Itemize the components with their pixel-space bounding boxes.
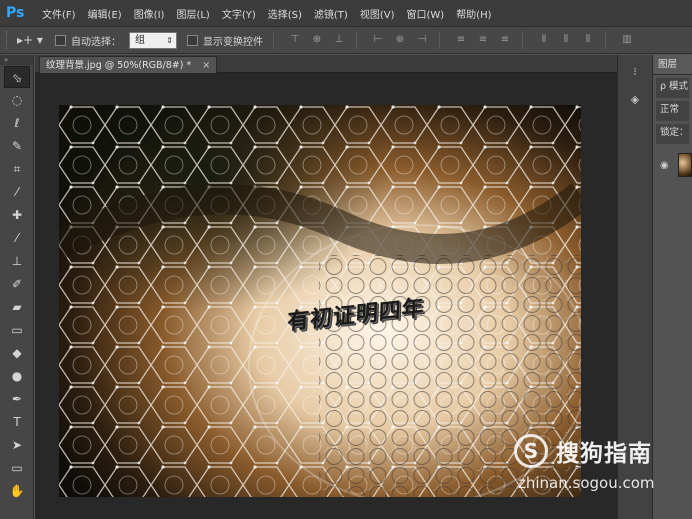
photoshop-logo-icon: Ps xyxy=(6,5,25,21)
options-separator xyxy=(522,31,523,49)
eyedropper-tool[interactable]: ⁄ xyxy=(4,181,30,203)
distribute-left-icon[interactable]: ⦀ xyxy=(537,33,551,47)
eraser-tool[interactable]: ▰ xyxy=(4,296,30,318)
eyedropper-icon: ⁄ xyxy=(15,185,18,199)
menu-type[interactable]: 文字(Y) xyxy=(222,6,256,21)
menu-layer[interactable]: 图层(L) xyxy=(176,6,209,21)
menu-filter[interactable]: 滤镜(T) xyxy=(314,6,348,21)
move-tool-preset-icon[interactable]: ▸+ ▾ xyxy=(17,33,45,47)
lasso-tool[interactable]: ℓ xyxy=(4,112,30,134)
transform-controls-label: 显示变换控件 xyxy=(203,36,263,48)
menu-select[interactable]: 选择(S) xyxy=(268,6,302,21)
auto-select-value: 组 xyxy=(135,34,145,46)
menu-view[interactable]: 视图(V) xyxy=(360,6,395,21)
blend-mode-dropdown[interactable]: 正常 xyxy=(656,101,689,121)
eye-icon[interactable]: ◉ xyxy=(660,160,672,171)
menu-image[interactable]: 图像(I) xyxy=(134,6,165,21)
close-icon[interactable]: × xyxy=(202,60,210,71)
type-tool[interactable]: T xyxy=(4,411,30,433)
auto-select-checkbox[interactable] xyxy=(55,34,66,46)
menu-help[interactable]: 帮助(H) xyxy=(456,6,491,21)
dropdown-arrow-icon: ⇕ xyxy=(166,35,173,45)
history-panel-icon[interactable]: ⁝ xyxy=(623,61,647,83)
auto-select-dropdown[interactable]: 组 ⇕ xyxy=(129,31,177,49)
lasso-icon: ℓ xyxy=(14,116,20,130)
layer-row[interactable]: ◉ xyxy=(653,150,692,180)
options-separator xyxy=(356,31,357,49)
crop-tool[interactable]: ⌗ xyxy=(4,158,30,180)
menu-file[interactable]: 文件(F) xyxy=(42,6,76,21)
document-tab[interactable]: 纹理背景.jpg @ 50%(RGB/8#) * × xyxy=(39,56,218,73)
auto-align-layers-icon[interactable]: ▥ xyxy=(620,33,634,47)
options-separator xyxy=(605,31,606,49)
align-bottom-icon[interactable]: ⊥ xyxy=(332,33,346,47)
options-bar: ▸+ ▾ 自动选择： 组 ⇕ 显示变换控件 ⊤ ⊕ ⊥ ⊢ ⊕ ⊣ ≡ ≡ ≡ … xyxy=(0,26,692,54)
layer-thumbnail xyxy=(678,153,692,177)
document-tab-title: 纹理背景.jpg @ 50%(RGB/8#) * xyxy=(46,60,192,71)
menu-bar: Ps 文件(F) 编辑(E) 图像(I) 图层(L) 文字(Y) 选择(S) 滤… xyxy=(0,0,692,26)
ellipse-marquee-icon: ◌ xyxy=(11,93,23,107)
gradient-icon: ▭ xyxy=(11,323,23,337)
toolbox-panel: » ⬂ ◌ ℓ ✎ ⌗ ⁄ ✚ ⁄ ⊥ ✐ ▰ ▭ ◆ ● ✒ T ➤ ▭ ✋ xyxy=(0,55,34,519)
toolbox-collapse-icon[interactable]: » xyxy=(0,55,33,65)
blur-tool[interactable]: ◆ xyxy=(4,342,30,364)
menu-window[interactable]: 窗口(W) xyxy=(406,6,444,21)
dodge-icon: ● xyxy=(11,369,23,383)
quick-select-icon: ✎ xyxy=(11,139,23,153)
distribute-right-icon[interactable]: ⦀ xyxy=(581,33,595,47)
image-canvas[interactable]: 有初证明四年 xyxy=(59,105,581,497)
options-separator xyxy=(273,31,274,49)
blur-icon: ◆ xyxy=(12,346,22,360)
move-icon: ⬂ xyxy=(11,71,23,85)
sogou-watermark: S 搜狗指南 zhinan.sogou.com xyxy=(514,432,690,498)
quick-select-tool[interactable]: ✎ xyxy=(4,135,30,157)
transform-controls-checkbox[interactable] xyxy=(187,34,198,46)
align-top-icon[interactable]: ⊤ xyxy=(288,33,302,47)
gradient-tool[interactable]: ▭ xyxy=(4,319,30,341)
align-left-icon[interactable]: ⊢ xyxy=(371,33,385,47)
align-hcenter-icon[interactable]: ⊕ xyxy=(393,33,407,47)
distribute-top-icon[interactable]: ≡ xyxy=(454,33,468,47)
pen-icon: ✒ xyxy=(11,392,23,406)
auto-select-label: 自动选择： xyxy=(71,36,121,48)
align-vcenter-icon[interactable]: ⊕ xyxy=(310,33,324,47)
distribute-hcenter-icon[interactable]: ⦀ xyxy=(559,33,573,47)
shape-tool[interactable]: ▭ xyxy=(4,457,30,479)
tab-layers[interactable]: 图层 xyxy=(653,55,692,75)
sogou-logo-icon: S xyxy=(514,434,548,468)
hand-tool[interactable]: ✋ xyxy=(4,480,30,502)
rectangle-shape-icon: ▭ xyxy=(11,461,23,475)
path-select-tool[interactable]: ➤ xyxy=(4,434,30,456)
brush-tool[interactable]: ⁄ xyxy=(4,227,30,249)
options-grip[interactable] xyxy=(6,31,9,49)
eraser-icon: ▰ xyxy=(12,300,22,314)
document-tab-bar: 纹理背景.jpg @ 50%(RGB/8#) * × xyxy=(35,55,617,73)
layer-filter-input[interactable]: ρ 模式 xyxy=(656,78,689,98)
watermark-name: 搜狗指南 xyxy=(556,441,652,467)
menu-items: 文件(F) 编辑(E) 图像(I) 图层(L) 文字(Y) 选择(S) 滤镜(T… xyxy=(42,6,504,21)
history-brush-icon: ✐ xyxy=(11,277,23,291)
dodge-tool[interactable]: ● xyxy=(4,365,30,387)
properties-panel-icon[interactable]: ◈ xyxy=(623,89,647,111)
brush-icon: ⁄ xyxy=(15,231,18,245)
path-selection-icon: ➤ xyxy=(11,438,23,452)
healing-tool[interactable]: ✚ xyxy=(4,204,30,226)
lock-label: 锁定： xyxy=(656,124,689,144)
hand-icon: ✋ xyxy=(9,484,25,498)
healing-brush-icon: ✚ xyxy=(11,208,23,222)
distribute-bottom-icon[interactable]: ≡ xyxy=(498,33,512,47)
pen-tool[interactable]: ✒ xyxy=(4,388,30,410)
watermark-url: zhinan.sogou.com xyxy=(518,474,655,492)
marquee-tool[interactable]: ◌ xyxy=(4,89,30,111)
distribute-vcenter-icon[interactable]: ≡ xyxy=(476,33,490,47)
history-brush-tool[interactable]: ✐ xyxy=(4,273,30,295)
clone-stamp-icon: ⊥ xyxy=(11,254,23,268)
type-icon: T xyxy=(13,415,21,429)
move-tool[interactable]: ⬂ xyxy=(4,66,30,88)
menu-edit[interactable]: 编辑(E) xyxy=(88,6,122,21)
align-right-icon[interactable]: ⊣ xyxy=(415,33,429,47)
crop-icon: ⌗ xyxy=(13,162,21,176)
stamp-tool[interactable]: ⊥ xyxy=(4,250,30,272)
options-separator xyxy=(439,31,440,49)
